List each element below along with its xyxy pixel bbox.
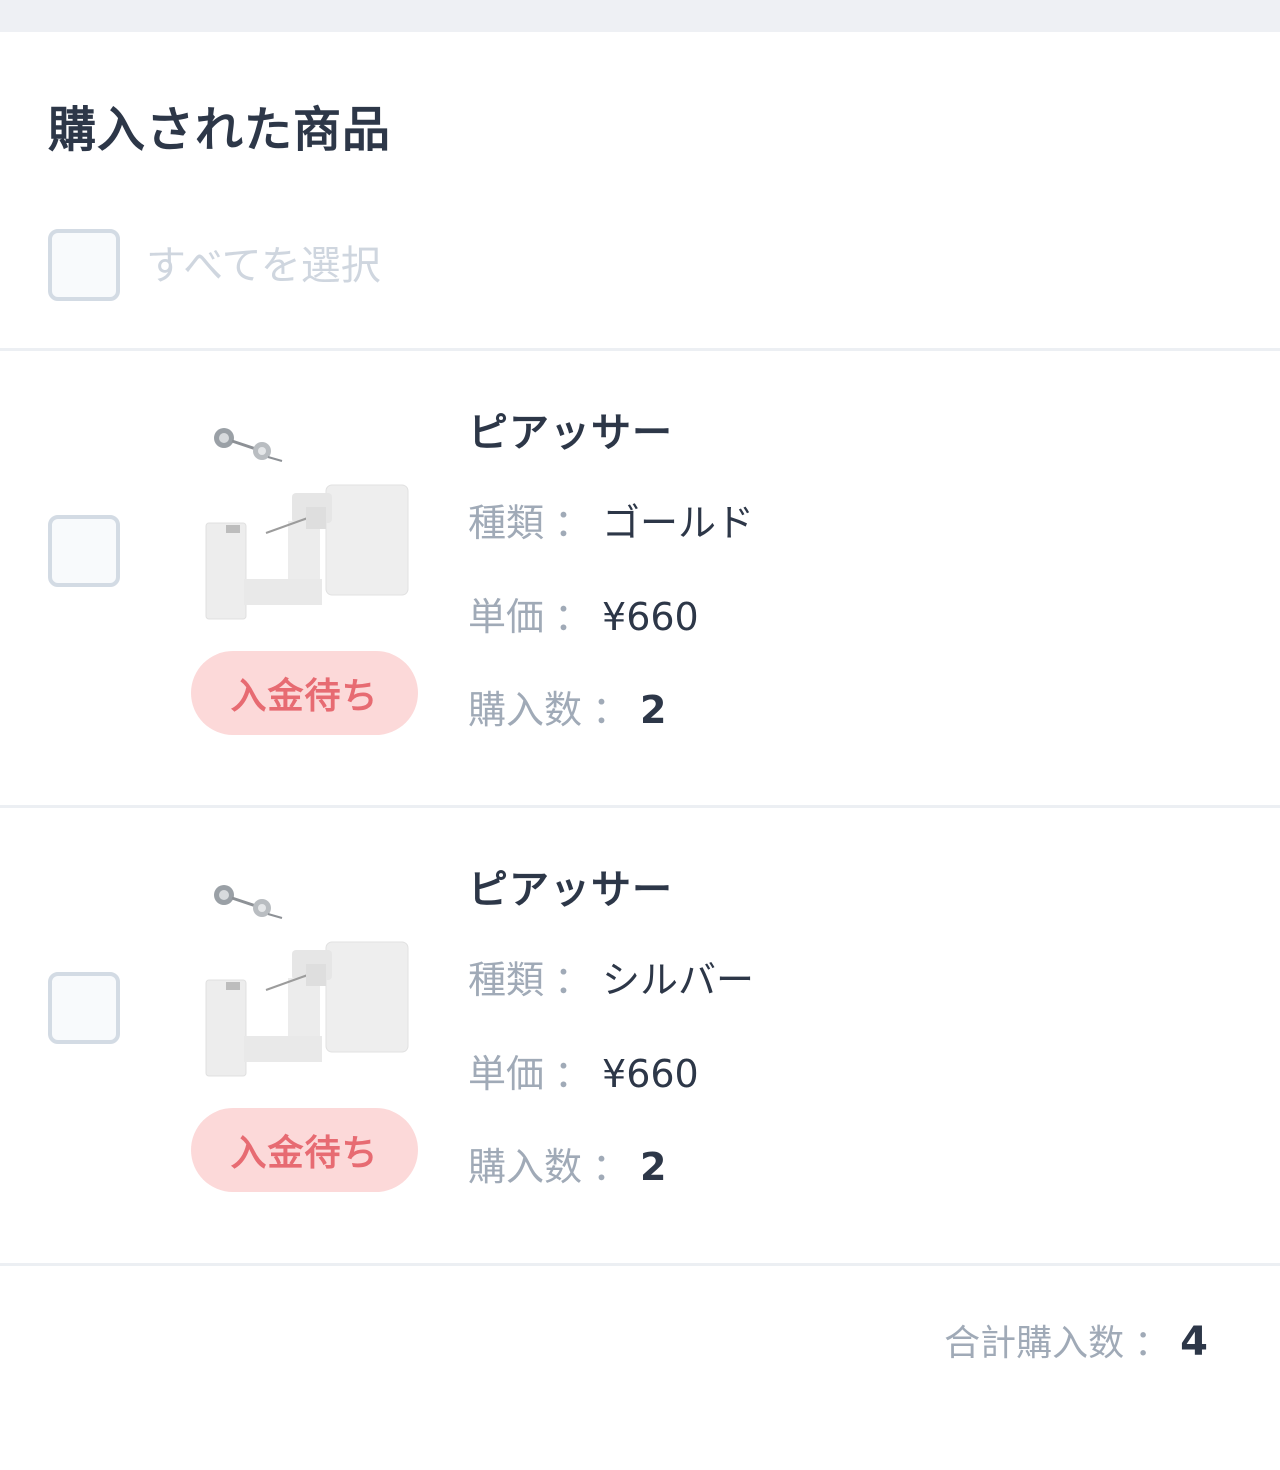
variant-label: 種類 xyxy=(468,501,545,545)
unit-price-label: 単価 xyxy=(468,595,545,639)
variant-label: 種類 xyxy=(468,958,545,1002)
quantity-label: 購入数 xyxy=(468,1145,583,1189)
variant-value: ゴールド xyxy=(602,501,755,545)
divider xyxy=(0,1263,1280,1266)
unit-price-row: 単価： ¥660 xyxy=(468,591,699,643)
unit-price-label: 単価 xyxy=(468,1052,545,1096)
separator: ： xyxy=(554,595,593,639)
separator: ： xyxy=(554,958,593,1002)
item-checkbox[interactable] xyxy=(48,515,120,587)
select-all-label[interactable]: すべてを選択 xyxy=(146,238,381,294)
quantity-row: 購入数： 2 xyxy=(468,1141,666,1193)
status-badge: 入金待ち xyxy=(191,1108,418,1192)
variant-value: シルバー xyxy=(602,958,755,1002)
quantity-row: 購入数： 2 xyxy=(468,684,666,736)
product-name: ピアッサー xyxy=(468,410,673,456)
separator: ： xyxy=(1134,1323,1171,1364)
page-title: 購入された商品 xyxy=(48,102,392,158)
quantity-value: 2 xyxy=(640,1145,667,1189)
status-badge: 入金待ち xyxy=(191,651,418,735)
separator: ： xyxy=(592,1145,631,1189)
quantity-value: 2 xyxy=(640,688,667,732)
variant-row: 種類：ゴールド xyxy=(468,497,754,549)
unit-price-value: ¥660 xyxy=(602,1052,699,1096)
select-all-checkbox[interactable] xyxy=(48,229,120,301)
unit-price-row: 単価： ¥660 xyxy=(468,1048,699,1100)
unit-price-value: ¥660 xyxy=(602,595,699,639)
item-checkbox[interactable] xyxy=(48,972,120,1044)
ear-piercer-image xyxy=(205,885,409,1077)
total-quantity-label: 合計購入数 xyxy=(944,1323,1125,1364)
quantity-label: 購入数 xyxy=(468,688,583,732)
separator: ： xyxy=(554,501,593,545)
variant-row: 種類：シルバー xyxy=(468,954,754,1006)
separator: ： xyxy=(592,688,631,732)
product-name: ピアッサー xyxy=(468,867,673,913)
top-bar xyxy=(0,0,1280,32)
list-item: 入金待ち ピアッサー 種類：ゴールド 単価： ¥660 購入数： 2 xyxy=(0,351,1280,807)
total-quantity-value: 4 xyxy=(1180,1319,1208,1365)
total-quantity: 合計購入数： 4 xyxy=(944,1316,1208,1370)
separator: ： xyxy=(554,1052,593,1096)
list-item: 入金待ち ピアッサー 種類：シルバー 単価： ¥660 購入数： 2 xyxy=(0,808,1280,1264)
ear-piercer-image xyxy=(205,428,409,620)
